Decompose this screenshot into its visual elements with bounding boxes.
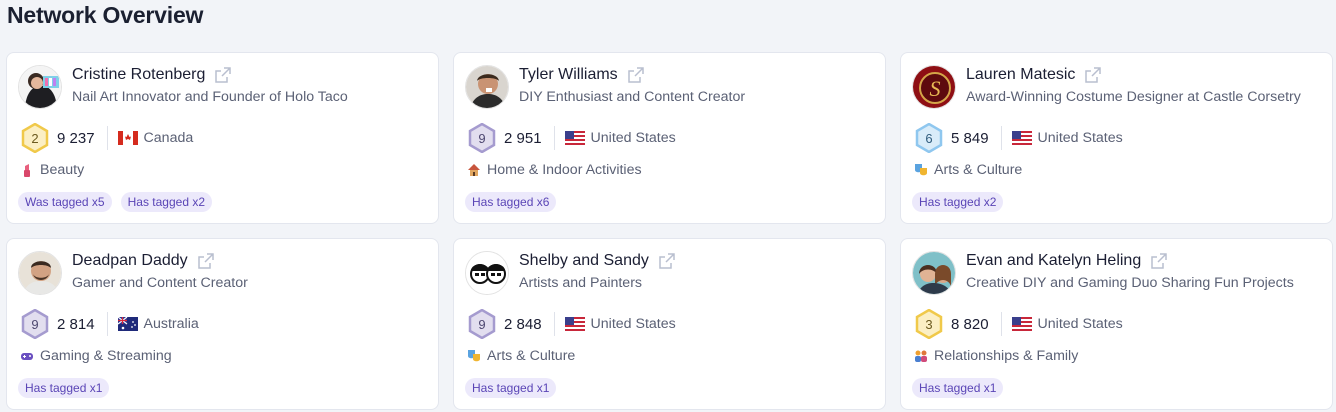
theater-masks-icon — [468, 350, 480, 362]
profile-name[interactable]: Deadpan Daddy — [72, 252, 188, 270]
country-label: United States — [590, 316, 676, 332]
level-number: 9 — [31, 317, 38, 332]
theater-masks-icon — [915, 164, 927, 176]
house-icon — [468, 164, 480, 176]
country-label: Canada — [143, 130, 194, 146]
follower-count: 2 848 — [504, 315, 542, 333]
network-grid: Cristine Rotenberg Nail Art Innovator an… — [6, 52, 1333, 410]
category-label: Arts & Culture — [487, 348, 576, 364]
profile-subtitle: Creative DIY and Gaming Duo Sharing Fun … — [966, 275, 1294, 291]
level-badge-icon: 9 — [21, 309, 49, 339]
profile-card[interactable]: Evan and Katelyn Heling Creative DIY and… — [900, 238, 1333, 410]
level-number: 9 — [478, 131, 485, 146]
follower-count: 9 237 — [57, 129, 95, 147]
profile-name[interactable]: Tyler Williams — [519, 66, 618, 84]
profile-card[interactable]: Shelby and Sandy Artists and Painters 9 … — [453, 238, 886, 410]
follower-count: 5 849 — [951, 129, 989, 147]
profile-subtitle: Artists and Painters — [519, 275, 643, 291]
tag-badge[interactable]: Has tagged x1 — [912, 378, 1004, 398]
profile-subtitle: Nail Art Innovator and Founder of Holo T… — [72, 89, 348, 105]
avatar[interactable] — [18, 251, 62, 295]
category-label: Beauty — [40, 162, 85, 178]
level-number: 9 — [478, 317, 485, 332]
profile-card[interactable]: Cristine Rotenberg Nail Art Innovator an… — [6, 52, 439, 224]
avatar[interactable] — [465, 65, 509, 109]
country-label: United States — [1037, 130, 1123, 146]
category-label: Gaming & Streaming — [40, 348, 172, 364]
divider — [106, 312, 108, 336]
country-label: United States — [590, 130, 676, 146]
level-badge-icon: 3 — [915, 309, 943, 339]
divider — [553, 126, 555, 150]
level-number: 2 — [31, 131, 38, 146]
follower-count: 8 820 — [951, 315, 989, 333]
divider — [106, 126, 108, 150]
external-link-icon[interactable] — [627, 66, 645, 84]
category-label: Arts & Culture — [934, 162, 1023, 178]
profile-name[interactable]: Evan and Katelyn Heling — [966, 252, 1141, 270]
tag-badge[interactable]: Has tagged x1 — [18, 378, 110, 398]
follower-count: 2 951 — [504, 129, 542, 147]
level-badge-icon: 9 — [468, 123, 496, 153]
external-link-icon[interactable] — [1150, 252, 1168, 270]
profile-subtitle: Gamer and Content Creator — [72, 275, 248, 291]
category-label: Home & Indoor Activities — [487, 162, 642, 178]
tag-badge[interactable]: Has tagged x2 — [912, 192, 1004, 212]
country-label: United States — [1037, 316, 1123, 332]
us-flag-icon — [564, 317, 585, 331]
gamepad-icon — [21, 353, 33, 360]
divider — [1000, 312, 1002, 336]
family-icon — [915, 350, 927, 362]
external-link-icon[interactable] — [1084, 66, 1102, 84]
level-badge-icon: 9 — [468, 309, 496, 339]
page-title: Network Overview — [7, 2, 204, 28]
canada-flag-icon — [117, 131, 138, 145]
divider — [553, 312, 555, 336]
level-badge-icon: 2 — [21, 123, 49, 153]
australia-flag-icon — [117, 317, 138, 331]
level-number: 6 — [925, 131, 932, 146]
avatar[interactable]: S — [912, 65, 956, 109]
us-flag-icon — [1011, 131, 1032, 145]
follower-count: 2 814 — [57, 315, 95, 333]
profile-subtitle: Award-Winning Costume Designer at Castle… — [966, 89, 1301, 105]
profile-name[interactable]: Lauren Matesic — [966, 66, 1075, 84]
category-label: Relationships & Family — [934, 348, 1079, 364]
lipstick-icon — [24, 164, 30, 177]
us-flag-icon — [1011, 317, 1032, 331]
external-link-icon[interactable] — [658, 252, 676, 270]
tag-badge[interactable]: Has tagged x6 — [465, 192, 557, 212]
profile-card[interactable]: Tyler Williams DIY Enthusiast and Conten… — [453, 52, 886, 224]
us-flag-icon — [564, 131, 585, 145]
profile-card[interactable]: Deadpan Daddy Gamer and Content Creator … — [6, 238, 439, 410]
external-link-icon[interactable] — [197, 252, 215, 270]
avatar[interactable] — [465, 251, 509, 295]
profile-subtitle: DIY Enthusiast and Content Creator — [519, 89, 746, 105]
avatar[interactable] — [18, 65, 62, 109]
country-label: Australia — [143, 316, 199, 332]
tag-badge[interactable]: Has tagged x1 — [465, 378, 557, 398]
profile-name[interactable]: Cristine Rotenberg — [72, 66, 205, 84]
external-link-icon[interactable] — [214, 66, 232, 84]
svg-text:S: S — [930, 76, 941, 101]
profile-card[interactable]: S Lauren Matesic Award-Winning Costume D… — [900, 52, 1333, 224]
level-badge-icon: 6 — [915, 123, 943, 153]
divider — [1000, 126, 1002, 150]
tag-badge[interactable]: Has tagged x2 — [120, 192, 212, 212]
level-number: 3 — [925, 317, 932, 332]
tag-badge[interactable]: Was tagged x5 — [18, 192, 112, 212]
profile-name[interactable]: Shelby and Sandy — [519, 252, 649, 270]
avatar[interactable] — [912, 251, 956, 295]
